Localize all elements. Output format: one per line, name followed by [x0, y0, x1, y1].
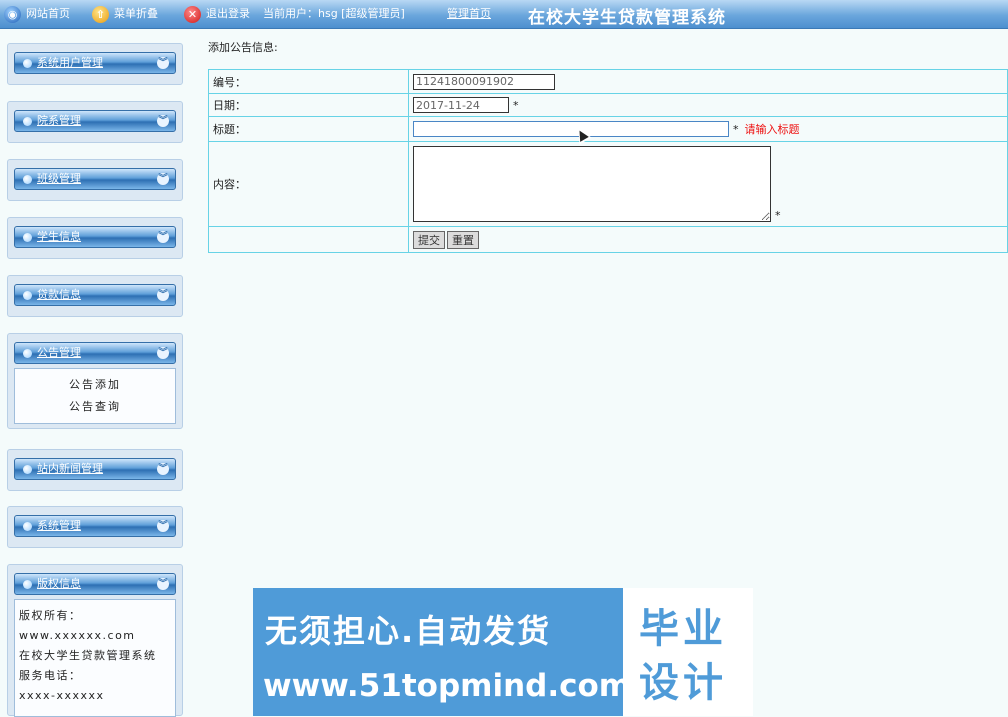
bullet-icon — [23, 522, 32, 531]
content-cell: * — [408, 141, 1008, 227]
sidebar-panel-news: 站内新闻管理 ︾ — [7, 449, 183, 491]
bullet-icon — [23, 233, 32, 242]
subject-label: 标题： — [208, 116, 409, 142]
sidebar-item-label: 贷款信息 — [37, 288, 81, 301]
page-title: 添加公告信息: — [208, 41, 278, 54]
sidebar-item-news[interactable]: 站内新闻管理 ︾ — [14, 458, 176, 480]
required-mark: * — [733, 122, 739, 136]
copyright-line: 在校大学生贷款管理系统 — [19, 649, 157, 662]
subject-field[interactable] — [413, 121, 729, 138]
subject-cell: * 请输入标题 — [408, 116, 1008, 142]
watermark-url: www.51topmind.com — [263, 668, 632, 704]
sidebar-panel-loans: 贷款信息 ︾ — [7, 275, 183, 317]
sidebar-item-label: 班级管理 — [37, 172, 81, 185]
bullet-icon — [23, 117, 32, 126]
chevron-down-icon: ︾ — [157, 115, 169, 127]
number-field[interactable] — [413, 73, 555, 90]
sidebar-item-loans[interactable]: 贷款信息 ︾ — [14, 284, 176, 306]
sidebar-item-system-users[interactable]: 系统用户管理 ︾ — [14, 52, 176, 74]
copyright-line: xxxx-xxxxxx — [19, 689, 105, 702]
bullet-icon — [23, 349, 32, 358]
sidebar-panel-system: 系统管理 ︾ — [7, 506, 183, 548]
bullet-icon — [23, 59, 32, 68]
collapse-icon: ⇧ — [92, 5, 109, 23]
sidebar-item-label: 系统管理 — [37, 519, 81, 532]
sidebar-panel-system-users: 系统用户管理 ︾ — [7, 43, 183, 85]
close-icon: ✕ — [184, 5, 201, 23]
date-cell: * — [408, 93, 1008, 117]
top-bar: ◉ 网站首页 ⇧ 菜单折叠 ✕ 退出登录 当前用户：hsg [超级管理员] 管理首页 … — [0, 0, 1008, 29]
content-textarea[interactable] — [413, 146, 771, 222]
chevron-down-icon: ︾ — [157, 520, 169, 532]
menu-collapse-link[interactable]: ⇧ 菜单折叠 — [92, 5, 158, 23]
sidebar-item-announcements[interactable]: 公告管理 ︾ — [14, 342, 176, 364]
required-mark: * — [775, 209, 781, 222]
sidebar-panel-departments: 院系管理 ︾ — [7, 101, 183, 143]
current-user-text: 当前用户：hsg [超级管理员] — [263, 7, 405, 20]
chevron-down-icon: ︾ — [157, 347, 169, 359]
submit-button[interactable]: 提交 — [413, 230, 445, 249]
bullet-icon — [23, 465, 32, 474]
sidebar-item-system[interactable]: 系统管理 ︾ — [14, 515, 176, 537]
empty-cell — [208, 226, 409, 253]
number-cell — [408, 69, 1008, 94]
submenu-item-add-announcement[interactable]: 公告添加 — [15, 374, 175, 396]
chevron-down-icon: ︾ — [157, 463, 169, 475]
date-field[interactable] — [413, 97, 509, 113]
site-home-label: 网站首页 — [26, 7, 70, 20]
date-label: 日期： — [208, 93, 409, 117]
sidebar-item-label: 公告管理 — [37, 346, 81, 359]
sidebar-item-label: 系统用户管理 — [37, 56, 103, 69]
announcement-form: 编号： 日期： * 标题： * 请输入标题 内容： * — [208, 69, 1008, 253]
sidebar-item-label: 院系管理 — [37, 114, 81, 127]
globe-icon: ◉ — [4, 5, 21, 23]
sidebar-item-classes[interactable]: 班级管理 ︾ — [14, 168, 176, 190]
menu-collapse-label: 菜单折叠 — [114, 7, 158, 20]
logout-label: 退出登录 — [206, 7, 250, 20]
sidebar-panel-announcements: 公告管理 ︾ 公告添加 公告查询 — [7, 333, 183, 429]
reset-button[interactable]: 重置 — [447, 230, 479, 249]
system-title: 在校大学生贷款管理系统 — [528, 8, 726, 28]
sidebar-panel-copyright: 版权信息 ︾ 版权所有： www.xxxxxx.com 在校大学生贷款管理系统 … — [7, 564, 183, 717]
chevron-down-icon: ︾ — [157, 57, 169, 69]
admin-home-link[interactable]: 管理首页 — [447, 5, 491, 23]
logout-link[interactable]: ✕ 退出登录 — [184, 5, 250, 23]
sidebar-panel-students: 学生信息 ︾ — [7, 217, 183, 259]
sidebar-item-label: 站内新闻管理 — [37, 462, 103, 475]
sidebar: 系统用户管理 ︾ 院系管理 ︾ 班级管理 ︾ 学生信息 ︾ 贷款信息 ︾ 公告管… — [0, 29, 192, 717]
bullet-icon — [23, 580, 32, 589]
chevron-down-icon: ︾ — [157, 289, 169, 301]
announcement-submenu: 公告添加 公告查询 — [14, 368, 176, 424]
sidebar-item-label: 版权信息 — [37, 577, 81, 590]
required-mark: * — [513, 98, 519, 112]
sidebar-item-students[interactable]: 学生信息 ︾ — [14, 226, 176, 248]
submenu-item-query-announcement[interactable]: 公告查询 — [15, 396, 175, 418]
bullet-icon — [23, 175, 32, 184]
bullet-icon — [23, 291, 32, 300]
sidebar-item-label: 学生信息 — [37, 230, 81, 243]
site-home-link[interactable]: ◉ 网站首页 — [4, 5, 70, 23]
watermark-badge-line2: 设计 — [639, 660, 727, 706]
watermark-slogan: 无须担心.自动发货 — [265, 612, 552, 650]
number-label: 编号： — [208, 69, 409, 94]
watermark-badge-line1: 毕业 — [639, 606, 727, 652]
content-label: 内容： — [208, 141, 409, 227]
sidebar-item-departments[interactable]: 院系管理 ︾ — [14, 110, 176, 132]
copyright-line: www.xxxxxx.com — [19, 629, 136, 642]
copyright-line: 版权所有： — [19, 609, 82, 622]
copyright-line: 服务电话： — [19, 669, 82, 682]
subject-error-message: 请输入标题 — [744, 122, 800, 136]
sidebar-panel-classes: 班级管理 ︾ — [7, 159, 183, 201]
chevron-down-icon: ︾ — [157, 231, 169, 243]
chevron-down-icon: ︾ — [157, 173, 169, 185]
chevron-down-icon: ︾ — [157, 578, 169, 590]
watermark-badge: 毕业 设计 — [623, 588, 753, 716]
copyright-info: 版权所有： www.xxxxxx.com 在校大学生贷款管理系统 服务电话： x… — [14, 599, 176, 717]
watermark-banner: 无须担心.自动发货 www.51topmind.com 毕业 设计 — [253, 588, 753, 716]
button-cell: 提交 重置 — [408, 226, 1008, 253]
sidebar-item-copyright[interactable]: 版权信息 ︾ — [14, 573, 176, 595]
